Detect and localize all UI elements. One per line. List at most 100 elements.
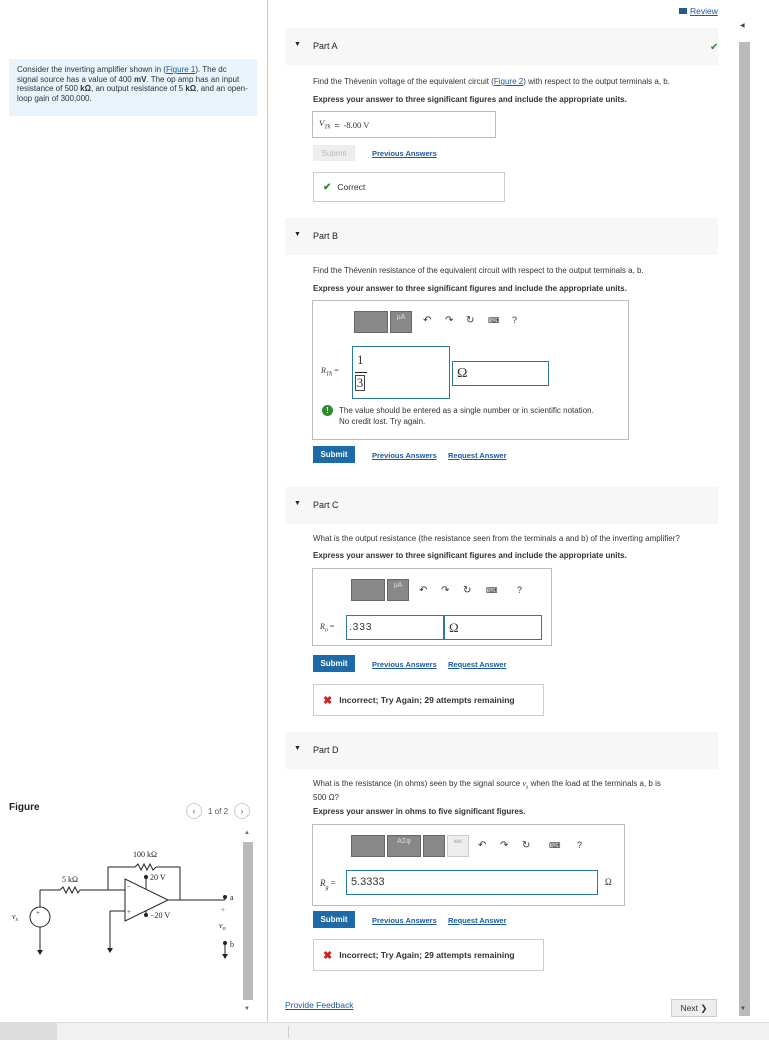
part-b-title: Part B <box>313 231 339 241</box>
part-c-submit-button[interactable]: Submit <box>313 655 355 672</box>
part-c-answer-panel: μA ↶ ↷ ↻ ⌨ ? Ro = .333 Ω <box>312 568 552 646</box>
part-d-feedback: ✖ Incorrect; Try Again; 29 attempts rema… <box>313 939 544 971</box>
part-a-feedback: ✔ Correct <box>313 172 505 202</box>
templates-icon[interactable] <box>351 579 385 601</box>
part-c-unit-input[interactable]: Ω <box>444 615 542 640</box>
source-plus: + <box>36 909 40 917</box>
alert-icon: ! <box>322 405 333 416</box>
undo-icon[interactable]: ↶ <box>419 585 427 596</box>
opamp-minus: − <box>127 883 131 891</box>
question-text: when the load at the terminals a, b is <box>528 779 661 788</box>
redo-icon[interactable]: ↷ <box>500 840 508 851</box>
figure-scrollbar[interactable]: ▲ ▼ <box>241 830 255 1015</box>
keyboard-icon[interactable]: ⌨ <box>486 586 498 595</box>
help-icon[interactable]: ? <box>577 840 582 850</box>
equals-sign: = <box>334 119 340 130</box>
scroll-up-icon[interactable]: ◀ <box>740 22 745 29</box>
part-d-answer-panel: ΑΣφ vec ↶ ↷ ↻ ⌨ ? Rg = 5.3333 Ω <box>312 824 625 906</box>
question-text: ) with respect to the output terminals a… <box>523 77 670 86</box>
bottom-tab[interactable] <box>0 1023 57 1040</box>
undo-icon[interactable]: ↶ <box>423 315 431 326</box>
part-b-unit-input[interactable]: Ω <box>452 361 549 386</box>
part-b-answer-input[interactable]: 1 3 <box>352 346 450 399</box>
scroll-down-icon[interactable]: ▼ <box>740 1006 746 1012</box>
part-b-header[interactable]: ▼ Part B <box>285 218 718 255</box>
scroll-up-icon[interactable]: ▲ <box>244 830 250 836</box>
part-c-header[interactable]: ▼ Part C <box>285 487 718 524</box>
part-d-title: Part D <box>313 745 339 755</box>
scroll-thumb[interactable] <box>739 42 750 1016</box>
collapse-triangle-icon[interactable]: ▼ <box>294 41 301 48</box>
collapse-triangle-icon[interactable]: ▼ <box>294 745 301 752</box>
part-d-answer-input[interactable]: 5.3333 <box>346 870 598 895</box>
part-a-header[interactable]: ▼ Part A <box>285 28 718 65</box>
scroll-thumb[interactable] <box>243 842 253 1000</box>
part-b-request-answer[interactable]: Request Answer <box>448 451 507 460</box>
part-a-submit-button[interactable]: Submit <box>313 145 355 161</box>
chevron-right-icon[interactable]: › <box>234 803 251 819</box>
r1-label: 100 kΩ <box>133 850 157 859</box>
part-d-previous-answers[interactable]: Previous Answers <box>372 916 437 925</box>
redo-icon[interactable]: ↷ <box>441 585 449 596</box>
keyboard-icon[interactable]: ⌨ <box>488 316 500 325</box>
reset-icon[interactable]: ↻ <box>522 840 530 851</box>
vector-button[interactable]: vec <box>447 835 469 857</box>
greek-button[interactable]: ΑΣφ <box>387 835 421 857</box>
part-d-request-answer[interactable]: Request Answer <box>448 916 507 925</box>
vpos-label: 20 V <box>150 873 166 882</box>
scroll-down-icon[interactable]: ▼ <box>244 1006 250 1012</box>
part-c-feedback-text: Incorrect; Try Again; 29 attempts remain… <box>339 695 515 705</box>
review-label[interactable]: Review <box>690 6 718 16</box>
subscript-icon[interactable] <box>423 835 445 857</box>
figure-1-link[interactable]: Figure 1 <box>166 65 195 74</box>
reset-icon[interactable]: ↻ <box>466 315 474 326</box>
part-a-previous-answers[interactable]: Previous Answers <box>372 149 437 158</box>
collapse-triangle-icon[interactable]: ▼ <box>294 500 301 507</box>
redo-icon[interactable]: ↷ <box>445 315 453 326</box>
chevron-left-icon[interactable]: ‹ <box>186 803 202 819</box>
part-a-feedback-text: Correct <box>337 182 366 192</box>
undo-icon[interactable]: ↶ <box>478 840 486 851</box>
error-line-2: No credit lost. Try again. <box>339 417 426 426</box>
help-icon[interactable]: ? <box>517 585 522 595</box>
part-b-question: Find the Thévenin resistance of the equi… <box>313 266 644 275</box>
keyboard-icon[interactable]: ⌨ <box>549 841 561 850</box>
rg-label: Rg = <box>320 878 336 891</box>
collapse-triangle-icon[interactable]: ▼ <box>294 231 301 238</box>
units-button[interactable]: μA <box>390 311 412 333</box>
templates-icon[interactable] <box>354 311 388 333</box>
vs-sub: s <box>16 917 19 923</box>
part-d-submit-button[interactable]: Submit <box>313 911 355 928</box>
part-c-title: Part C <box>313 500 339 510</box>
part-a-title: Part A <box>313 41 338 51</box>
part-c-answer-input[interactable]: .333 <box>346 615 444 640</box>
next-button[interactable]: Next ❯ <box>671 999 717 1017</box>
units-button[interactable]: μA <box>387 579 409 601</box>
part-b-previous-answers[interactable]: Previous Answers <box>372 451 437 460</box>
column-divider <box>267 0 268 1022</box>
part-a-question: Find the Thévenin voltage of the equival… <box>313 77 670 86</box>
part-b-instruction: Express your answer to three significant… <box>313 284 627 293</box>
units-icon: μA <box>393 582 403 589</box>
part-d-header[interactable]: ▼ Part D <box>285 732 718 769</box>
vneg-label: −20 V <box>150 911 170 920</box>
templates-icon[interactable] <box>351 835 385 857</box>
svg-text:vo: vo <box>219 921 226 932</box>
part-c-request-answer[interactable]: Request Answer <box>448 660 507 669</box>
equals-sign: = <box>329 622 335 631</box>
part-a-answer-value: -8.00 V <box>343 119 370 130</box>
terminal-b-label: b <box>230 940 234 949</box>
part-b-submit-button[interactable]: Submit <box>313 446 355 463</box>
vth-label: VTh <box>319 118 331 131</box>
part-d-feedback-text: Incorrect; Try Again; 29 attempts remain… <box>339 950 515 960</box>
r2-label: 5 kΩ <box>62 875 78 884</box>
provide-feedback-link[interactable]: Provide Feedback <box>285 1000 354 1010</box>
greek-icon: ΑΣφ <box>397 838 411 845</box>
part-c-previous-answers[interactable]: Previous Answers <box>372 660 437 669</box>
reset-icon[interactable]: ↻ <box>463 585 471 596</box>
main-scrollbar[interactable]: ◀ <box>737 18 751 1018</box>
help-icon[interactable]: ? <box>512 315 517 325</box>
review-link[interactable]: Review <box>679 6 718 16</box>
figure-2-link[interactable]: Figure 2 <box>494 77 523 86</box>
review-icon <box>679 8 687 14</box>
